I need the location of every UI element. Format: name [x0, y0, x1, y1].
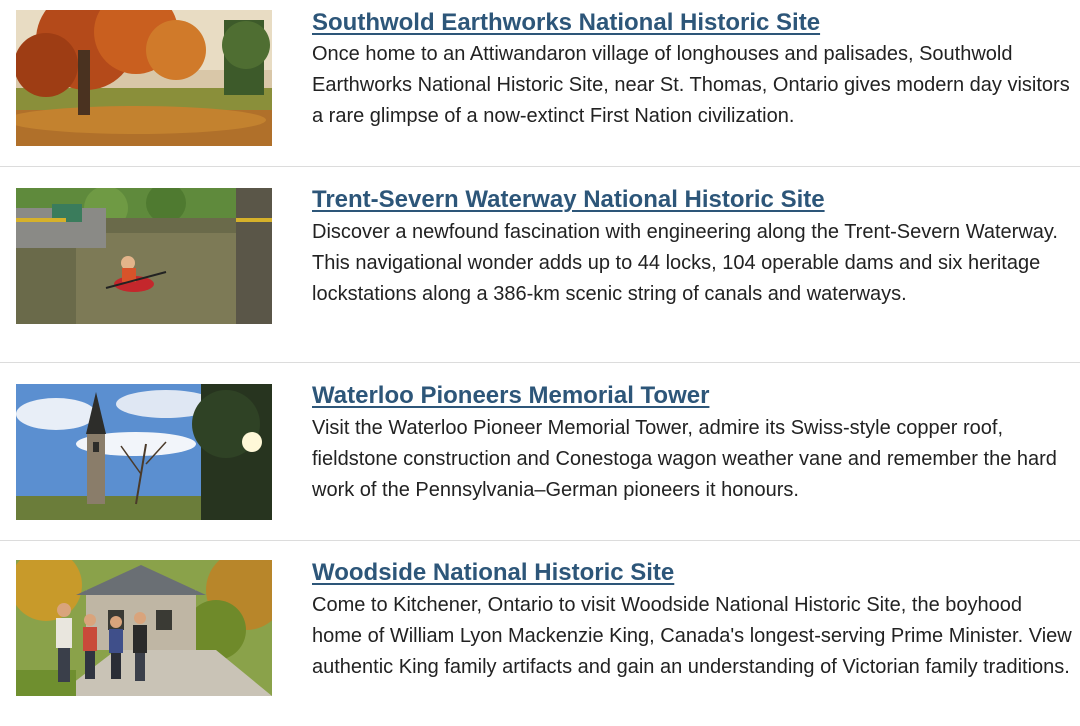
southwold-earthworks-photo[interactable]	[16, 10, 272, 146]
canal-kayak-image	[16, 188, 272, 324]
waterloo-pioneers-tower-photo[interactable]	[16, 384, 272, 520]
item-divider	[0, 540, 1080, 541]
family-woodside-house-image	[16, 560, 272, 696]
woodside-historic-site-link[interactable]: Woodside National Historic Site	[312, 559, 674, 587]
trent-severn-waterway-description: Discover a newfound fascination with eng…	[312, 221, 1058, 305]
trent-severn-waterway-link[interactable]: Trent-Severn Waterway National Historic …	[312, 186, 825, 214]
item-divider	[0, 166, 1080, 167]
trent-severn-waterway-photo[interactable]	[16, 188, 272, 324]
waterloo-pioneers-tower-description: Visit the Waterloo Pioneer Memorial Towe…	[312, 417, 1057, 501]
woodside-historic-site-photo[interactable]	[16, 560, 272, 696]
woodside-historic-site-description: Come to Kitchener, Ontario to visit Wood…	[312, 594, 1072, 678]
autumn-tree-image	[16, 10, 272, 146]
historic-sites-list: Southwold Earthworks National Historic S…	[0, 0, 1080, 726]
waterloo-pioneers-tower-link[interactable]: Waterloo Pioneers Memorial Tower	[312, 382, 709, 410]
southwold-earthworks-description: Once home to an Attiwandaron village of …	[312, 43, 1070, 127]
memorial-tower-image	[16, 384, 272, 520]
item-divider	[0, 362, 1080, 363]
southwold-earthworks-link[interactable]: Southwold Earthworks National Historic S…	[312, 9, 820, 37]
